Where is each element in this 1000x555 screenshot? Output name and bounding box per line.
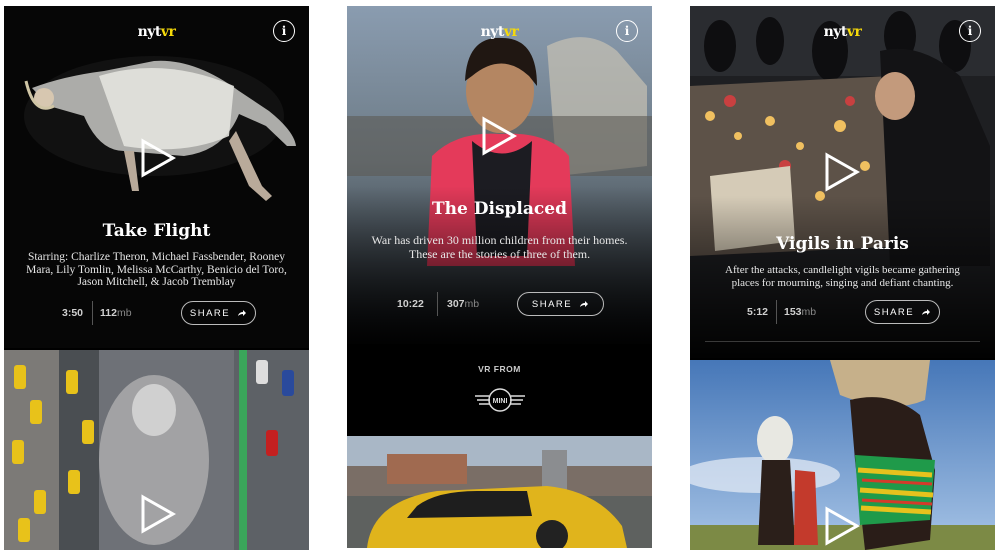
- card-title: Vigils in Paris: [776, 234, 909, 254]
- info-button[interactable]: i: [616, 20, 638, 42]
- file-size: 307mb: [447, 298, 480, 310]
- file-size: 112mb: [100, 307, 132, 319]
- share-arrow-icon: [580, 301, 589, 307]
- card-description: War has driven 30 million children from …: [371, 233, 628, 261]
- play-icon[interactable]: [824, 152, 860, 192]
- card-meta: 3:50 112mb SHARE: [4, 301, 309, 327]
- play-icon[interactable]: [140, 138, 176, 178]
- meta-divider: [437, 292, 438, 316]
- card-description: Starring: Charlize Theron, Michael Fassb…: [26, 251, 287, 288]
- duration: 5:12: [747, 306, 769, 318]
- hero-next-south-sudan[interactable]: [690, 360, 995, 550]
- vr-card-the-displaced: nytvr i The Displaced War has driven 30 …: [347, 6, 652, 548]
- share-arrow-icon: [922, 309, 931, 315]
- vr-card-vigils-in-paris: nytvr i Vigils in Paris After the attack…: [690, 6, 995, 550]
- mini-logo[interactable]: MINI: [475, 387, 525, 413]
- share-button[interactable]: SHARE: [181, 301, 256, 325]
- svg-text:MINI: MINI: [493, 398, 508, 405]
- hero-vigils-in-paris[interactable]: nytvr i Vigils in Paris After the attack…: [690, 6, 995, 358]
- card-meta: 5:12 153mb SHARE: [690, 300, 995, 326]
- hero-the-displaced[interactable]: nytvr i The Displaced War has driven 30 …: [347, 6, 652, 344]
- share-arrow-icon: [238, 310, 247, 316]
- sponsor-block: VR FROM MINI: [347, 344, 652, 434]
- nytvr-logo: nytvr: [480, 24, 519, 40]
- meta-divider: [776, 300, 777, 324]
- mini-car-image: [347, 436, 652, 548]
- nytvr-logo: nytvr: [823, 24, 862, 40]
- play-icon[interactable]: [140, 494, 176, 534]
- share-button[interactable]: SHARE: [517, 292, 604, 316]
- play-icon[interactable]: [824, 506, 860, 546]
- divider: [705, 341, 980, 342]
- info-button[interactable]: i: [959, 20, 981, 42]
- card-title: The Displaced: [432, 199, 567, 219]
- hero-next-mini-car[interactable]: [347, 436, 652, 548]
- duration: 3:50: [62, 307, 84, 319]
- card-description: After the attacks, candlelight vigils be…: [725, 264, 960, 289]
- card-title: Take Flight: [102, 221, 211, 241]
- play-icon[interactable]: [481, 116, 517, 156]
- file-size: 153mb: [784, 306, 817, 318]
- card-meta: 10:22 307mb SHARE: [347, 292, 652, 318]
- info-button[interactable]: i: [273, 20, 295, 42]
- meta-divider: [92, 301, 93, 325]
- sponsor-label: VR FROM: [478, 364, 521, 374]
- vr-card-take-flight: nytvr i Take Flight Starring: Charlize T…: [4, 6, 309, 550]
- duration: 10:22: [397, 298, 424, 310]
- hero-take-flight[interactable]: nytvr i Take Flight Starring: Charlize T…: [4, 6, 309, 348]
- hero-next-times-square[interactable]: [4, 350, 309, 550]
- share-button[interactable]: SHARE: [865, 300, 940, 324]
- nytvr-logo: nytvr: [137, 24, 176, 40]
